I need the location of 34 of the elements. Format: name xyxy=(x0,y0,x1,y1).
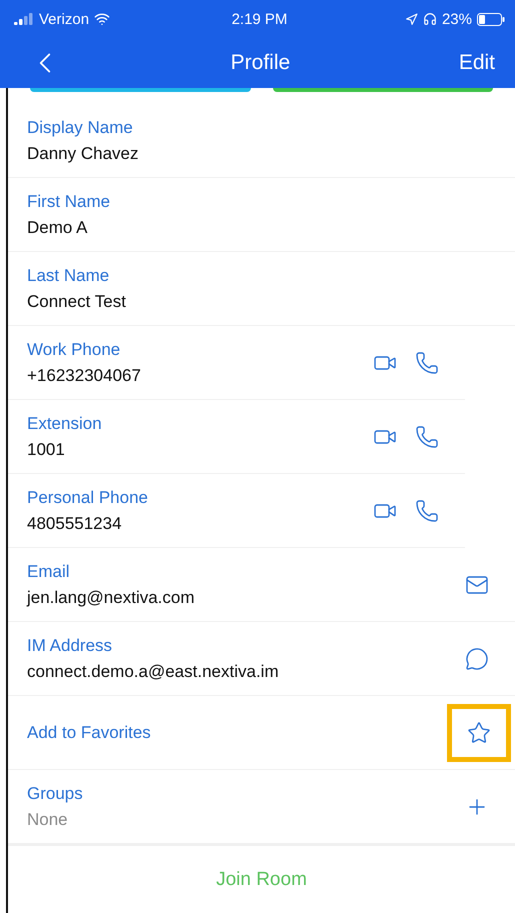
headphones-icon xyxy=(422,12,437,26)
field-value: Connect Test xyxy=(27,292,127,312)
field-label: IM Address xyxy=(27,636,114,656)
phone-icon[interactable] xyxy=(415,350,439,374)
field-value: None xyxy=(27,810,69,830)
field-label: Last Name xyxy=(27,266,110,286)
field-value: jen.lang@nextiva.com xyxy=(27,588,196,608)
field-label: Email xyxy=(27,562,71,582)
signal-icon xyxy=(14,13,34,25)
battery-icon xyxy=(477,12,505,26)
field-label: Personal Phone xyxy=(27,488,149,508)
page-title: Profile xyxy=(230,51,290,75)
field-label: First Name xyxy=(27,192,112,212)
phone-icon[interactable] xyxy=(415,424,439,448)
field-value: Demo A xyxy=(27,218,88,238)
edit-button[interactable]: Edit xyxy=(458,51,495,75)
star-icon[interactable] xyxy=(467,720,491,744)
field-label: Groups xyxy=(27,784,84,804)
field-value: 4805551234 xyxy=(27,514,123,534)
field-value: 1001 xyxy=(27,440,66,460)
field-label: Extension xyxy=(27,414,103,434)
phone-icon[interactable] xyxy=(415,498,439,522)
field-value: +16232304067 xyxy=(27,366,142,386)
field-value: connect.demo.a@east.nextiva.im xyxy=(27,662,280,682)
status-time: 2:19 PM xyxy=(232,10,288,28)
chat-bubble-icon[interactable] xyxy=(465,646,489,670)
field-label: Display Name xyxy=(27,118,134,138)
location-arrow-icon xyxy=(404,12,418,26)
carrier-name: Verizon xyxy=(39,10,90,28)
field-value: Danny Chavez xyxy=(27,144,140,164)
battery-percent: 23% xyxy=(442,10,472,28)
field-label: Work Phone xyxy=(27,340,122,360)
field-label[interactable]: Add to Favorites xyxy=(27,722,447,742)
wifi-icon xyxy=(94,11,110,27)
